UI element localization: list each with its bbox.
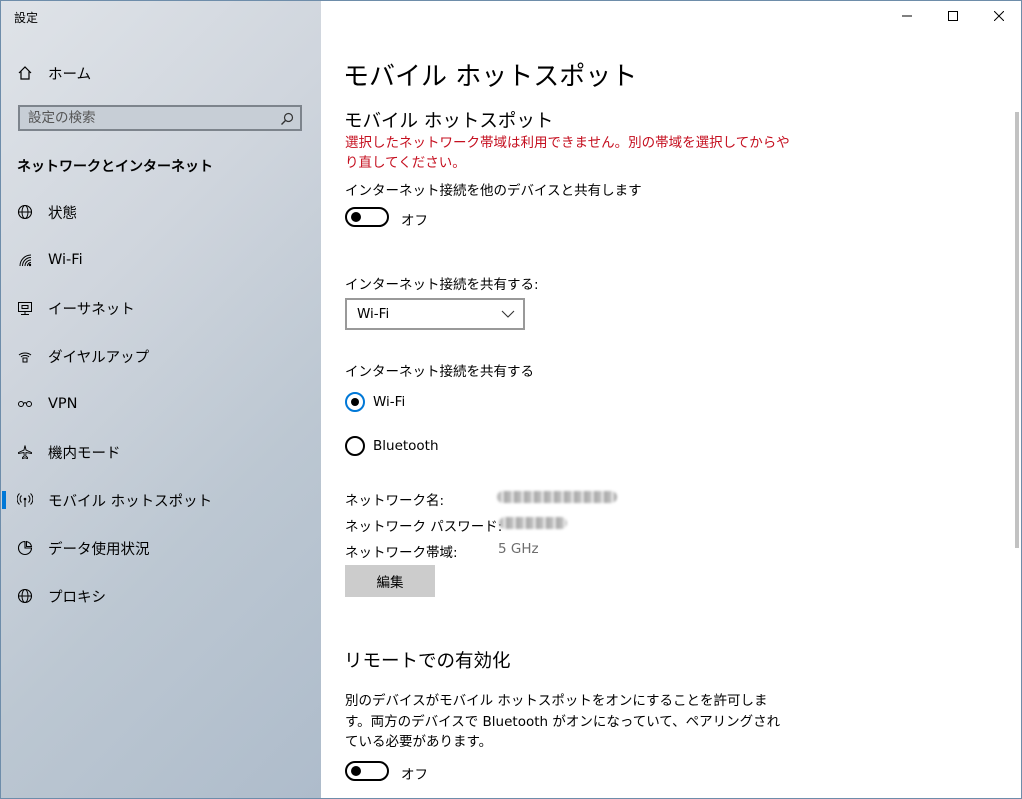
- app-title: 設定: [14, 11, 39, 25]
- sidebar-section-title: ネットワークとインターネット: [17, 159, 213, 175]
- remote-toggle-label: オフ: [401, 767, 428, 783]
- sidebar-item-status[interactable]: 状態: [0, 192, 321, 232]
- share-from-label: インターネット接続を共有する:: [345, 277, 539, 293]
- sidebar-item-label: イーサネット: [48, 301, 135, 318]
- maximize-icon: [948, 11, 958, 21]
- sidebar-item-dialup[interactable]: ダイヤルアップ: [0, 336, 321, 376]
- network-password-label: ネットワーク パスワード:: [345, 519, 503, 535]
- data-usage-icon: [16, 539, 34, 557]
- hotspot-toggle[interactable]: [345, 207, 389, 227]
- network-band-value: 5 GHz: [498, 541, 539, 557]
- dialup-icon: [16, 347, 34, 365]
- vpn-icon: [16, 395, 34, 413]
- hotspot-toggle-label: オフ: [401, 213, 428, 229]
- share-from-dropdown[interactable]: Wi-Fi: [345, 298, 525, 330]
- sidebar-item-label: VPN: [48, 396, 78, 412]
- sidebar-item-wifi[interactable]: Wi-Fi: [0, 240, 321, 280]
- sidebar-item-vpn[interactable]: VPN: [0, 384, 321, 424]
- remote-toggle[interactable]: [345, 761, 389, 781]
- search-input[interactable]: [28, 109, 268, 127]
- minimize-icon: [902, 15, 912, 17]
- airplane-icon: [16, 443, 34, 461]
- edit-button[interactable]: 編集: [345, 565, 435, 597]
- toggle-knob: [351, 766, 361, 776]
- sidebar-item-mobile-hotspot[interactable]: モバイル ホットスポット: [0, 480, 321, 520]
- main-content: モバイル ホットスポット モバイル ホットスポット 選択したネットワーク帯域は利…: [321, 0, 1022, 799]
- sidebar-item-label: Wi-Fi: [48, 252, 83, 268]
- search-box[interactable]: [18, 105, 302, 131]
- minimize-button[interactable]: [884, 0, 930, 32]
- network-password-redacted: [499, 517, 567, 529]
- share-description: インターネット接続を他のデバイスと共有します: [345, 183, 642, 199]
- sidebar: 設定 ホーム ネットワークとインターネット 状態 Wi-Fi イーサネット: [0, 0, 321, 799]
- network-name-label: ネットワーク名:: [345, 493, 445, 509]
- home-icon: [16, 64, 34, 82]
- page-title: モバイル ホットスポット: [343, 62, 638, 92]
- radio-bluetooth[interactable]: [345, 436, 365, 456]
- network-band-label: ネットワーク帯域:: [345, 545, 458, 561]
- sidebar-item-label: データ使用状況: [48, 541, 150, 558]
- wifi-icon: [16, 251, 34, 269]
- network-name-redacted: [497, 491, 617, 503]
- globe-icon: [16, 587, 34, 605]
- sidebar-item-label: 状態: [48, 205, 77, 222]
- section-heading-remote: リモートでの有効化: [344, 651, 511, 672]
- sidebar-item-home[interactable]: ホーム: [0, 53, 321, 93]
- toggle-knob: [351, 212, 361, 222]
- sidebar-item-label: モバイル ホットスポット: [48, 493, 213, 510]
- close-button[interactable]: [976, 0, 1022, 32]
- radio-dot: [351, 398, 359, 406]
- radio-bluetooth-label[interactable]: Bluetooth: [373, 438, 439, 454]
- sidebar-item-ethernet[interactable]: イーサネット: [0, 288, 321, 328]
- radio-wifi[interactable]: [345, 392, 365, 412]
- globe-status-icon: [16, 203, 34, 221]
- radio-wifi-label[interactable]: Wi-Fi: [373, 394, 405, 410]
- scrollbar[interactable]: [1015, 112, 1019, 548]
- sidebar-item-airplane[interactable]: 機内モード: [0, 432, 321, 472]
- sidebar-item-label: プロキシ: [48, 589, 106, 606]
- error-message: 選択したネットワーク帯域は利用できません。別の帯域を選択してからやり直してくださ…: [345, 135, 790, 171]
- close-icon: [994, 11, 1004, 21]
- sidebar-item-proxy[interactable]: プロキシ: [0, 576, 321, 616]
- sidebar-item-label: ホーム: [48, 66, 92, 83]
- share-over-label: インターネット接続を共有する: [345, 364, 534, 380]
- share-from-value: Wi-Fi: [357, 306, 390, 322]
- sidebar-item-data-usage[interactable]: データ使用状況: [0, 528, 321, 568]
- ethernet-icon: [16, 299, 34, 317]
- maximize-button[interactable]: [930, 0, 976, 32]
- search-icon[interactable]: [280, 111, 294, 125]
- sidebar-item-label: ダイヤルアップ: [48, 349, 150, 366]
- section-heading-hotspot: モバイル ホットスポット: [344, 111, 554, 132]
- hotspot-icon: [16, 491, 34, 509]
- sidebar-item-label: 機内モード: [48, 445, 121, 462]
- chevron-down-icon: [501, 310, 515, 318]
- remote-description: 別のデバイスがモバイル ホットスポットをオンにすることを許可します。両方のデバイ…: [345, 693, 781, 750]
